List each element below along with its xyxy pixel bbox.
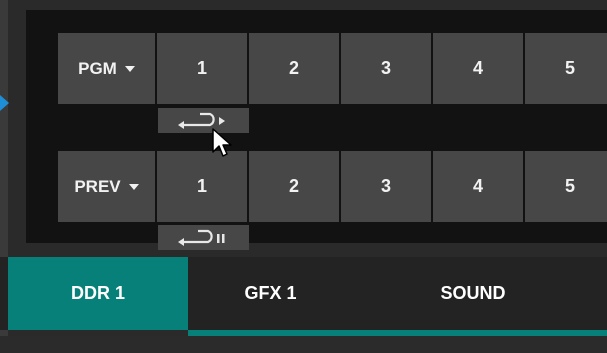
prev-bus-row: PREV 1 2 3 4 5 bbox=[58, 151, 607, 222]
pgm-bus-label: PGM bbox=[78, 58, 117, 78]
tab-gfx-1[interactable]: GFX 1 bbox=[188, 257, 353, 330]
prev-source-5-button[interactable]: 5 bbox=[525, 151, 607, 222]
pgm-bus-dropdown[interactable]: PGM bbox=[58, 33, 155, 104]
chevron-down-icon bbox=[128, 183, 139, 190]
selection-marker-icon bbox=[0, 95, 9, 111]
mouse-cursor-icon bbox=[212, 128, 232, 157]
pgm-source-4-button[interactable]: 4 bbox=[433, 33, 523, 104]
pgm-bus-row: PGM 1 2 3 4 5 bbox=[58, 33, 607, 104]
media-tab-bar: DDR 1 GFX 1 SOUND bbox=[0, 257, 607, 330]
pgm-source-1-button[interactable]: 1 bbox=[157, 33, 247, 104]
pgm-source-2-button[interactable]: 2 bbox=[249, 33, 339, 104]
prev-bus-label: PREV bbox=[74, 176, 121, 196]
chevron-down-icon bbox=[124, 65, 135, 72]
prev-source-4-button[interactable]: 4 bbox=[433, 151, 523, 222]
tab-sound[interactable]: SOUND bbox=[353, 257, 593, 330]
media-panel-area bbox=[0, 336, 607, 353]
tab-ddr-1[interactable]: DDR 1 bbox=[8, 257, 188, 330]
loop-pause-icon bbox=[177, 229, 224, 246]
pgm-source-3-button[interactable]: 3 bbox=[341, 33, 431, 104]
prev-source-2-button[interactable]: 2 bbox=[249, 151, 339, 222]
prev-source-3-button[interactable]: 3 bbox=[341, 151, 431, 222]
pgm-source-5-button[interactable]: 5 bbox=[525, 33, 607, 104]
prev-loop-pause-button[interactable] bbox=[158, 225, 249, 250]
prev-bus-dropdown[interactable]: PREV bbox=[58, 151, 155, 222]
prev-source-1-button[interactable]: 1 bbox=[157, 151, 247, 222]
